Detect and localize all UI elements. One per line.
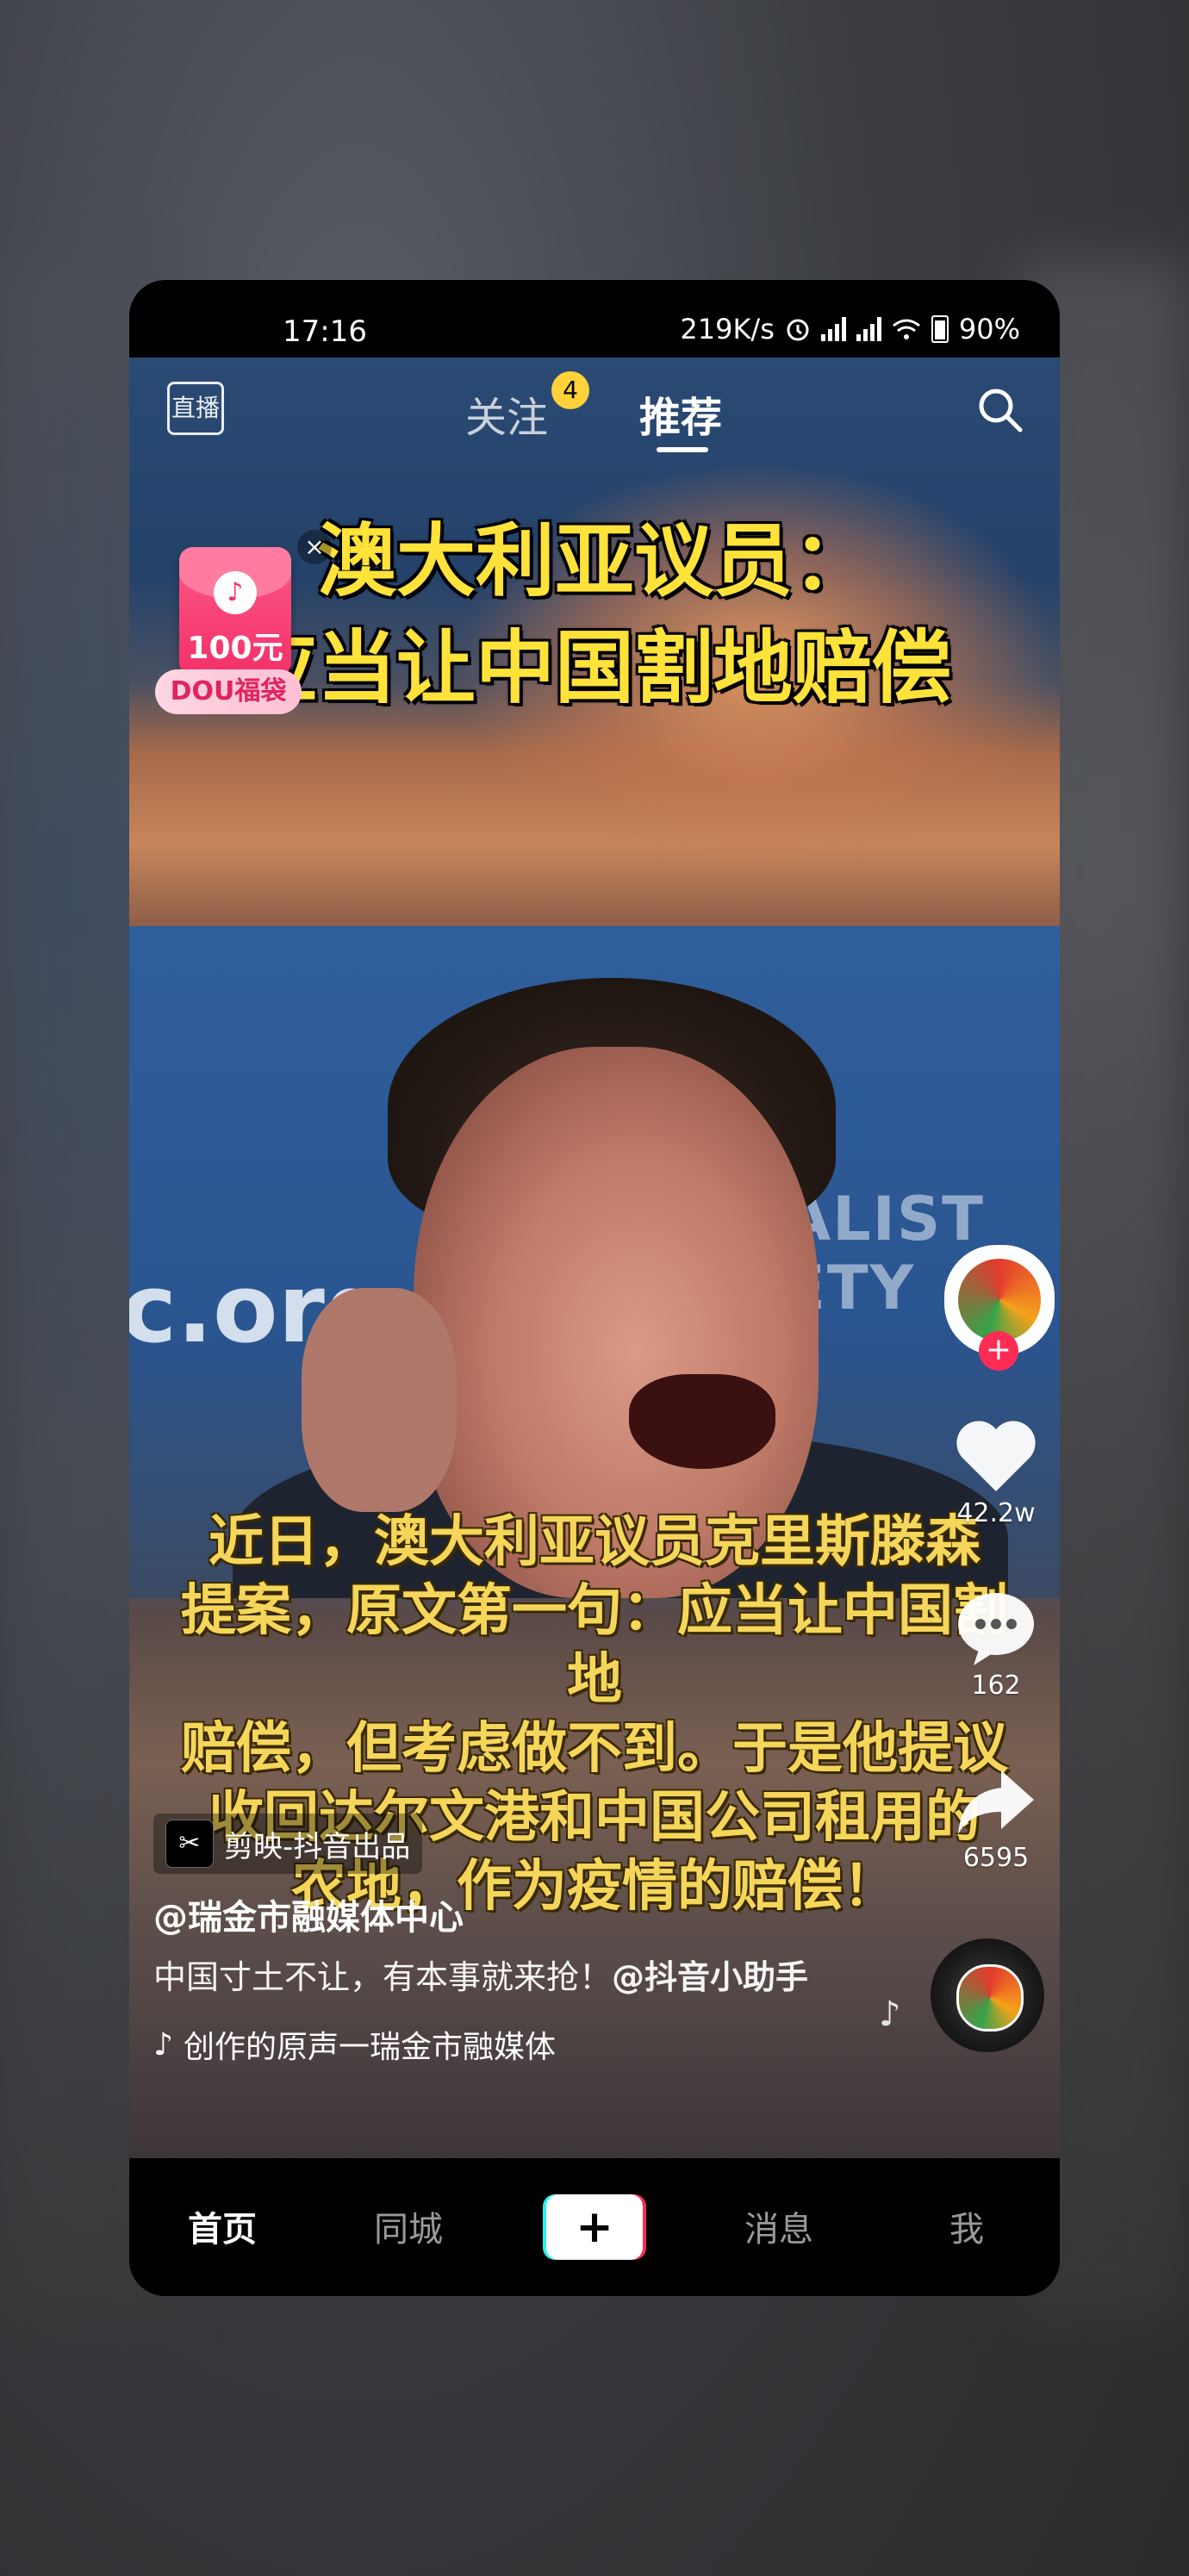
heart-icon (956, 1421, 1036, 1491)
subtitle-line: 近日，澳大利亚议员克里斯滕森 (209, 1510, 980, 1574)
description-text: 中国寸土不让，有本事就来抢！ (153, 1958, 613, 1996)
like-count: 42.2w (956, 1498, 1036, 1528)
hand-shape (302, 1288, 457, 1512)
share-button[interactable]: 6595 (944, 1762, 1048, 1873)
alarm-icon (787, 319, 809, 341)
subtitle-line: 赔偿，但考虑做不到。于是他提议 (181, 1717, 1008, 1781)
floating-note-icon: ♪ (879, 1994, 901, 2034)
disc-logo (956, 1964, 1024, 2032)
music-info[interactable]: ♪ 创作的原声一瑞金市融媒体 (153, 2022, 912, 2067)
red-packet-widget[interactable]: ♪ 100元 DOU福袋 (155, 547, 302, 719)
status-icons: 219K/s 90% (680, 313, 1020, 345)
battery-percent: 90% (958, 313, 1020, 345)
following-badge: 4 (551, 371, 589, 409)
nav-me[interactable]: 我 (949, 2201, 984, 2251)
live-button[interactable]: 直播 (167, 382, 224, 435)
mention-link[interactable]: @抖音小助手 (612, 1958, 808, 1996)
author-name[interactable]: @瑞金市融媒体中心 (153, 1889, 912, 1939)
like-button[interactable]: 42.2w (944, 1417, 1048, 1528)
avatar-logo (958, 1259, 1041, 1341)
nav-local[interactable]: 同城 (374, 2201, 443, 2251)
tab-recommended[interactable]: 推荐 (639, 383, 722, 444)
battery-icon (931, 315, 949, 343)
net-speed: 219K/s (680, 313, 775, 345)
music-title: 创作的原声一瑞金市融媒体 (183, 2030, 556, 2065)
search-icon[interactable] (974, 383, 1025, 435)
share-count: 6595 (962, 1843, 1030, 1873)
tab-following[interactable]: 关注 (465, 383, 548, 444)
bottom-nav: 首页 同城 + 消息 我 (129, 2158, 1060, 2296)
douyin-logo-icon: ♪ (214, 571, 257, 614)
capcut-label: 剪映-抖音出品 (224, 1829, 411, 1864)
top-nav: 直播 关注 4 推荐 (129, 358, 1060, 461)
mouth-shape (629, 1374, 775, 1469)
red-packet-amount: 100元 (187, 631, 283, 666)
phone-screen: 17:16 219K/s 90% c.org ALIST ETY 澳大利亚议员：… (129, 280, 1060, 2296)
music-note-icon: ♪ (153, 2026, 173, 2063)
nav-messages[interactable]: 消息 (744, 2201, 813, 2251)
signal-icon-1 (820, 317, 846, 341)
status-bar: 17:16 219K/s 90% (129, 280, 1060, 358)
comment-count: 162 (971, 1671, 1021, 1701)
plus-icon: + (546, 2194, 643, 2260)
subtitle-line: 提案，原文第一句：应当让中国割地 (181, 1579, 1008, 1712)
signal-icon-2 (856, 317, 881, 341)
status-time: 17:16 (283, 314, 367, 349)
video-caption: ✂ 剪映-抖音出品 @瑞金市融媒体中心 中国寸土不让，有本事就来抢！@抖音小助手… (153, 1814, 912, 2067)
nav-home[interactable]: 首页 (188, 2201, 257, 2251)
capcut-tag[interactable]: ✂ 剪映-抖音出品 (153, 1814, 423, 1874)
wifi-icon (892, 319, 920, 339)
close-icon[interactable]: × (297, 530, 332, 564)
capcut-icon: ✂ (165, 1820, 214, 1868)
share-arrow-icon (958, 1770, 1034, 1834)
comment-button[interactable]: 162 (944, 1590, 1048, 1701)
video-description: 中国寸土不让，有本事就来抢！@抖音小助手 (153, 1951, 912, 2003)
create-button[interactable]: + (543, 2194, 646, 2260)
video-photo: c.org ALIST ETY (129, 926, 1060, 1598)
red-packet-envelope: ♪ 100元 (179, 547, 291, 676)
red-packet-label: DOU福袋 (155, 669, 302, 714)
follow-button[interactable]: + (979, 1331, 1018, 1371)
active-tab-indicator (657, 447, 708, 452)
music-disc[interactable] (931, 1938, 1044, 2052)
comment-icon (958, 1593, 1034, 1665)
